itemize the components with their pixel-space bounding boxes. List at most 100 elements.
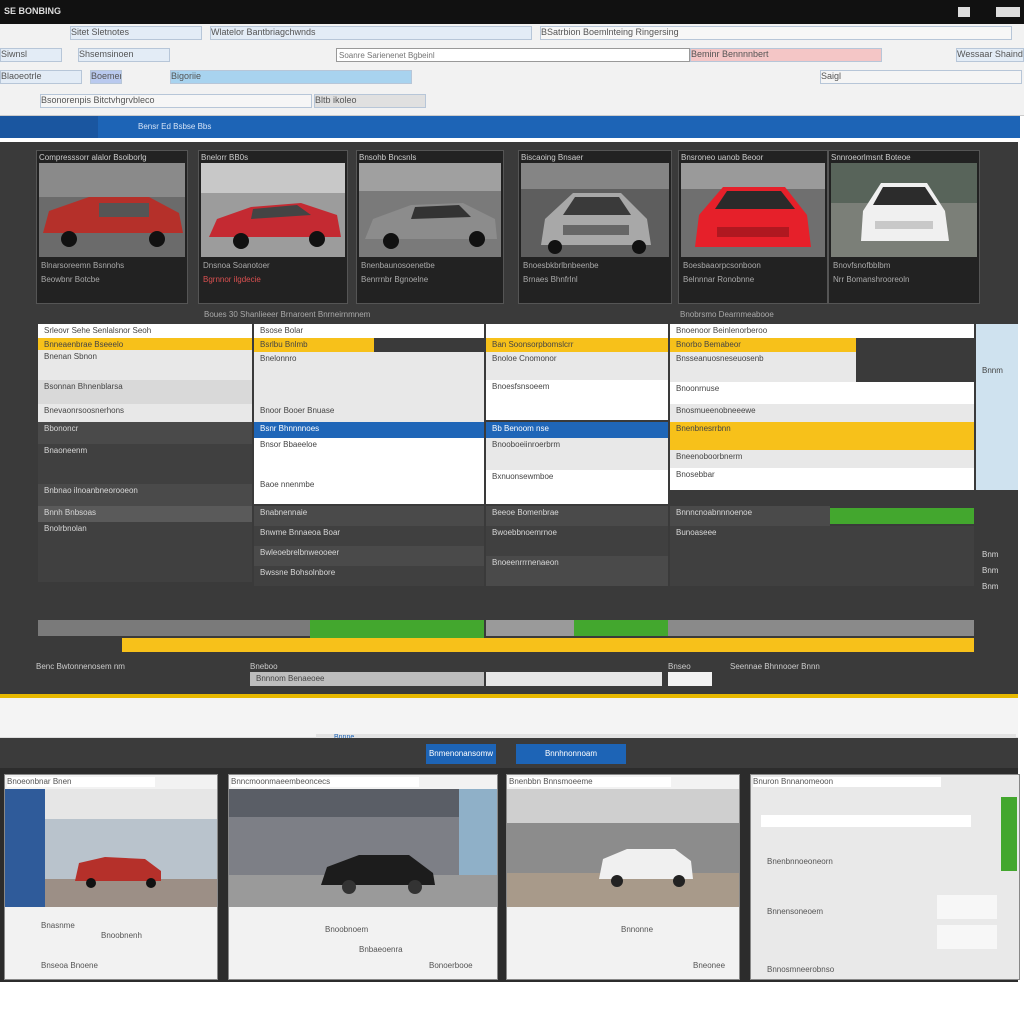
gallery-card[interactable]: Bnoeonbnar Bnen Bnasnme Bnoobnenh Bnseoa… — [4, 774, 218, 980]
table-cell[interactable]: Bnm — [976, 580, 1018, 594]
table-cell[interactable]: Bnoeenrrrnenaeon — [486, 556, 668, 586]
gallery-line: Bneonee — [693, 961, 726, 970]
table-cell[interactable]: Bsonnan Bhnenblarsa — [38, 380, 252, 404]
car-photo — [681, 163, 825, 257]
toolbar-item[interactable]: Wessaar Shaindoo — [956, 48, 1024, 62]
close-icon[interactable] — [996, 7, 1020, 17]
search-input[interactable] — [336, 48, 690, 62]
toolbar-item[interactable]: Bigoriie — [170, 70, 412, 84]
table-cell[interactable]: Bnenbnesrrbnn — [670, 422, 974, 450]
table-cell[interactable]: Bnm — [976, 564, 1018, 578]
table-cell[interactable]: Bnenan Sbnon — [38, 350, 252, 380]
car-card[interactable]: Bnsroneo uanob Beoor Boesbaaorpcsonboon … — [678, 150, 828, 304]
window-titlebar: SE BONBING — [0, 0, 1024, 24]
toolbar-item[interactable]: Siwnsl — [0, 48, 62, 62]
detail-field[interactable] — [937, 895, 997, 919]
table-cell[interactable]: Bnoor Booer Bnuase — [254, 404, 484, 422]
gallery-line: Bonoerbooe — [429, 961, 473, 970]
table-cell[interactable]: Bnaoneenm — [38, 444, 252, 484]
toolbar-item[interactable]: Bltb ikoleo — [314, 94, 426, 108]
tab-details[interactable]: Bnnhnonnoam — [516, 744, 626, 764]
gallery-card[interactable]: Bnuron Bnnanomeoon Bnenbnnoeoneorn Bnnen… — [750, 774, 1020, 980]
column-header[interactable]: Bsose Bolar — [254, 324, 484, 338]
toolbar-tab[interactable]: Sitet Sletnotes — [70, 26, 202, 40]
gallery-card[interactable]: Bnenbbn Bnnsmoeeme Bnnonne Bneonee — [506, 774, 740, 980]
table-cell[interactable]: Bnoloe Cnomonor — [486, 352, 668, 380]
table-cell[interactable]: Bnelonnro — [254, 352, 484, 404]
car-card[interactable]: Bnsohb Bncsnls Bnenbaunosoenetbe Benrrnb… — [356, 150, 504, 304]
table-cell[interactable]: Bnnncnoabnnnoenoe — [670, 506, 830, 526]
table-cell[interactable]: Baoe nnenmbe — [254, 478, 484, 504]
car-card-caption: Biscaoing Bnsaer — [521, 153, 584, 162]
table-cell[interactable]: Bnnm — [976, 364, 1018, 378]
toolbar-item[interactable]: Beminr Bennnnbert — [690, 48, 882, 62]
table-cell[interactable]: Bnolrbnolan — [38, 522, 252, 582]
gallery-caption: Bnncmoonmaeembeoncecs — [231, 777, 419, 787]
header-tab[interactable] — [0, 116, 98, 138]
toolbar-item[interactable]: Shsemsinoen — [78, 48, 170, 62]
car-card[interactable]: Snnroeorlmsnt Boteoe Bnovfsnofbblbm Nrr … — [828, 150, 980, 304]
car-card-meta: Bnoesbkbrlbnbeenbe — [523, 261, 599, 270]
gallery-line: Bnnosmneerobnso — [767, 965, 835, 974]
column-header[interactable]: Srleovr Sehe Senlalsnor Seoh — [38, 324, 252, 338]
table-cell[interactable]: Bnbnao ilnoanbneorooeon — [38, 484, 252, 506]
column-header[interactable]: Bnoenoor Beinlenorberoo — [670, 324, 974, 338]
progress-track — [668, 620, 974, 636]
table-cell[interactable]: Bnoonrnuse — [670, 382, 974, 404]
table-cell[interactable]: Bnsor Bbaeeloe — [254, 438, 484, 478]
lower-strip: Bnnne — [0, 698, 1018, 744]
table-cell[interactable]: Bnabnennaie — [254, 506, 484, 526]
table-cell-selected[interactable]: Bsnr Bhnnnnoes — [254, 422, 484, 438]
progress-fill — [574, 620, 668, 636]
table-cell[interactable]: Bnevaonrsoosnerhons — [38, 404, 252, 422]
car-card[interactable]: Compresssorr alalor Bsoiborlg Blnarsoree… — [36, 150, 188, 304]
table-cell[interactable]: Bwssne Bohsolnbore — [254, 566, 484, 586]
footer-field[interactable] — [668, 672, 712, 686]
toolbar-item[interactable]: Boemerbwe — [90, 70, 122, 84]
table-cell[interactable]: Beeoe Bomenbrae — [486, 506, 668, 526]
table-cell[interactable]: Bnm — [976, 548, 1018, 562]
table-cell-selected[interactable]: Bb Benoom nse — [486, 422, 668, 438]
toolbar-tab[interactable]: Wlatelor Bantbriagchwnds — [210, 26, 532, 40]
table-cell[interactable]: Ban Soonsorpbomslcrr — [486, 338, 668, 352]
garage-photo — [507, 789, 739, 907]
table-cell[interactable]: Bnoesfsnsoeem — [486, 380, 668, 420]
detail-field[interactable] — [761, 815, 971, 827]
garage-photo — [5, 789, 217, 907]
table-cell[interactable]: Bwleoebrelbnweooeer — [254, 546, 484, 566]
restore-icon[interactable] — [958, 7, 970, 17]
toolbar-row-3: Blaoeotrle Boemerbwe Bigoriie Saigl — [0, 70, 1024, 90]
footer-field[interactable] — [486, 672, 662, 686]
table-cell[interactable]: Bneenoboorbnerm — [670, 450, 974, 468]
toolbar-row-1: Sitet Sletnotes Wlatelor Bantbriagchwnds… — [0, 26, 1024, 46]
car-card-caption: Bnelorr BB0s — [201, 153, 249, 162]
toolbar-item[interactable]: Blaoeotrle — [0, 70, 82, 84]
panel-footer-text: Benc Bwtonnenosem nm — [36, 662, 125, 671]
table-cell[interactable]: Bxnuonsewmboe — [486, 470, 668, 504]
car-card[interactable]: Bnelorr BB0s Dnsnoa Soanotoer Bgrnnor il… — [198, 150, 348, 304]
tab-gallery[interactable]: Bnmenonansomw — [426, 744, 496, 764]
table-cell[interactable]: Bnosmueenobneeewe — [670, 404, 974, 422]
table-cell[interactable]: Bnwme Bnnaeoa Boar — [254, 526, 484, 546]
car-card[interactable]: Biscaoing Bnsaer Bnoesbkbrlbnbeenbe Brna… — [518, 150, 672, 304]
gallery-card[interactable]: Bnncmoonmaeembeoncecs Bnoobnoem Bnbaeoen… — [228, 774, 498, 980]
table-cell[interactable]: Bunoaseee — [670, 526, 974, 586]
gallery-line: Bnoobnoem — [325, 925, 369, 934]
table-cell[interactable]: Bnorbo Bemabeor — [670, 338, 856, 352]
column-header[interactable] — [486, 324, 668, 338]
table-cell[interactable]: Bsrlbu Bnlmb — [254, 338, 374, 352]
table-cell[interactable]: Bnosebbar — [670, 468, 974, 490]
breadcrumb[interactable]: Bsonorenpis Bitctvhgrvbleco — [40, 94, 312, 108]
bottom-gallery: Bnoeonbnar Bnen Bnasnme Bnoobnenh Bnseoa… — [0, 768, 1020, 982]
detail-field[interactable] — [937, 925, 997, 949]
toolbar-row-4: Bsonorenpis Bitctvhgrvbleco Bltb ikoleo — [0, 94, 1024, 114]
table-cell[interactable]: Bnooboeiinroerbrm — [486, 438, 668, 470]
table-cell[interactable]: Bnnh Bnbsoas — [38, 506, 252, 522]
footer-field[interactable]: Bnnnom Benaeoee — [250, 672, 484, 686]
toolbar-item[interactable]: Saigl — [820, 70, 1022, 84]
table-cell[interactable]: Bnneaenbrae Bseeelo — [38, 338, 252, 350]
table-cell[interactable]: Bbononcr — [38, 422, 252, 444]
toolbar-tab[interactable]: BSatrbion Boemlnteing Ringersing — [540, 26, 1012, 40]
table-cell[interactable]: Bnsseanuosneseuosenb — [670, 352, 856, 382]
table-cell[interactable]: Bwoebbnoemrnoe — [486, 526, 668, 556]
